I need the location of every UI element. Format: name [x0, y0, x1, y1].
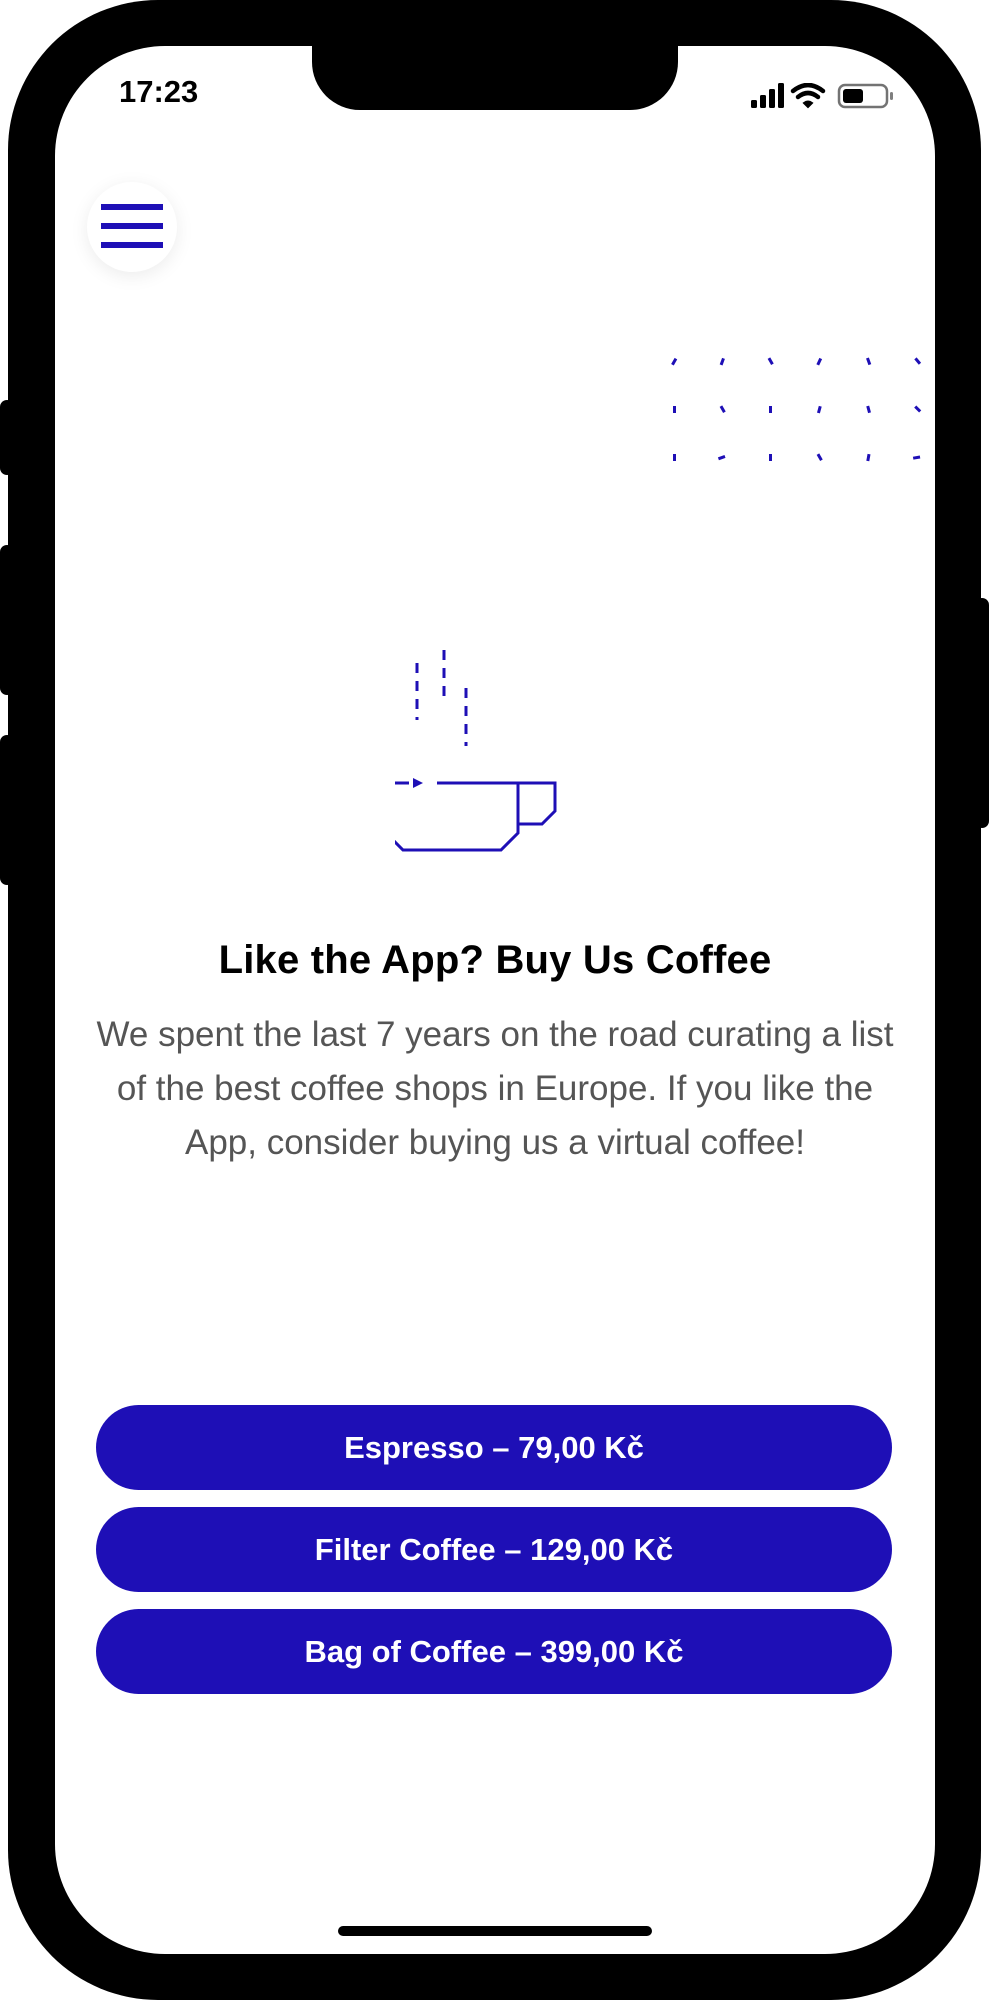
description-text: We spent the last 7 years on the road cu… — [96, 1015, 894, 1162]
cellular-signal-icon — [751, 83, 784, 108]
mute-switch — [0, 400, 14, 475]
status-time: 17:23 — [119, 74, 199, 109]
page-title: Like the App? Buy Us Coffee — [218, 938, 772, 982]
menu-button[interactable] — [87, 182, 177, 272]
status-icons — [751, 82, 901, 109]
battery-icon — [837, 83, 893, 109]
app-screen: 17:23 Like the App? Buy Us Coffee We spe… — [55, 46, 935, 1954]
volume-up-button — [0, 545, 14, 695]
volume-down-button — [0, 735, 14, 885]
hamburger-menu-icon — [101, 204, 163, 248]
coffee-cup-icon — [373, 598, 615, 871]
bag-of-coffee-button[interactable]: Bag of Coffee – 399,00 Kč — [96, 1609, 892, 1694]
device-notch — [312, 46, 678, 110]
power-button — [975, 598, 989, 828]
dot-pattern — [655, 356, 935, 476]
wifi-icon — [790, 82, 826, 109]
home-indicator[interactable] — [338, 1926, 652, 1936]
purchase-options: Espresso – 79,00 Kč Filter Coffee – 129,… — [96, 1405, 892, 1711]
filter-coffee-button[interactable]: Filter Coffee – 129,00 Kč — [96, 1507, 892, 1592]
espresso-button[interactable]: Espresso – 79,00 Kč — [96, 1405, 892, 1490]
